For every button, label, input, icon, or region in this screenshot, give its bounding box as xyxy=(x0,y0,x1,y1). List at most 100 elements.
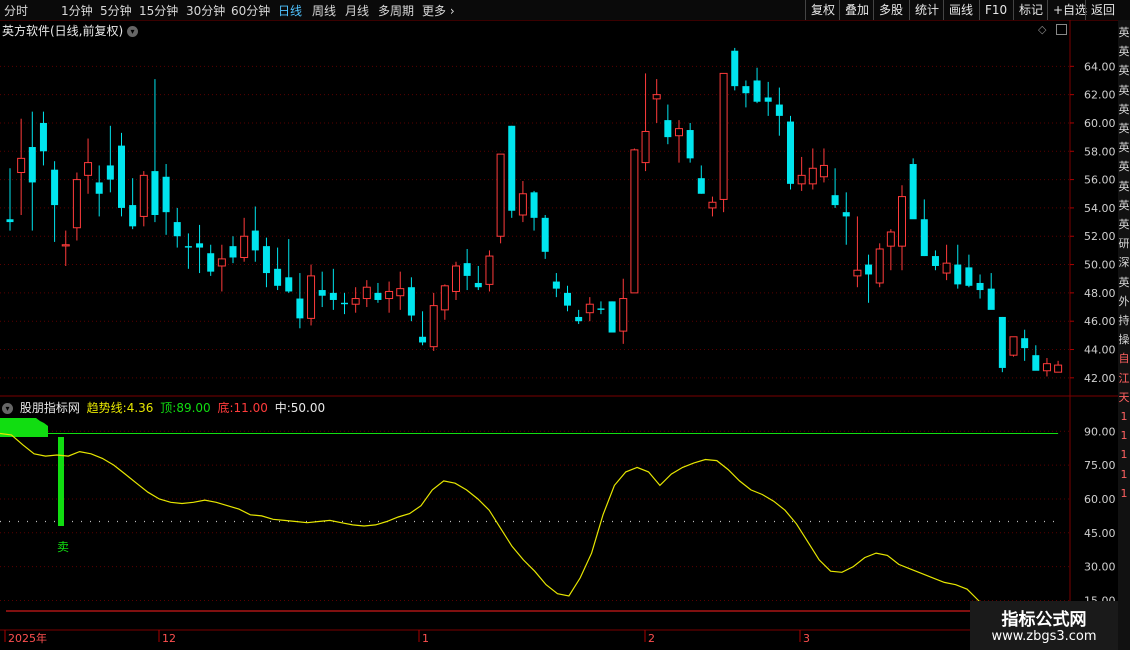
sidebar-chip[interactable]: 英 xyxy=(1118,180,1130,194)
candle-body-up[interactable] xyxy=(485,255,494,285)
candle-body-down[interactable] xyxy=(686,130,694,159)
candle-body-down[interactable] xyxy=(731,50,739,87)
candle-body-down[interactable] xyxy=(575,316,583,322)
sidebar-chip[interactable]: 1 xyxy=(1118,410,1130,424)
candle-body-up[interactable] xyxy=(139,174,148,217)
candle-body-down[interactable] xyxy=(530,192,538,218)
candle-body-up[interactable] xyxy=(72,179,81,229)
candle-body-up[interactable] xyxy=(886,231,895,247)
candle-body-up[interactable] xyxy=(619,298,628,332)
candle-body-up[interactable] xyxy=(429,305,438,348)
candle-body-down[interactable] xyxy=(39,122,47,152)
sidebar-chip[interactable]: 1 xyxy=(1118,487,1130,501)
candle-body-down[interactable] xyxy=(865,264,873,275)
sidebar-chip[interactable]: 英 xyxy=(1118,218,1130,232)
candle-body-down[interactable] xyxy=(184,246,192,248)
candle-body-down[interactable] xyxy=(251,230,259,251)
candle-body-down[interactable] xyxy=(6,219,14,223)
candle-body-down[interactable] xyxy=(173,222,181,237)
candle-body-down[interactable] xyxy=(987,288,995,310)
candle-body-down[interactable] xyxy=(229,246,237,258)
candle-body-down[interactable] xyxy=(118,145,125,208)
window-icon[interactable] xyxy=(1056,24,1067,35)
sidebar-chip[interactable]: 1 xyxy=(1118,468,1130,482)
candle-body-up[interactable] xyxy=(708,201,717,209)
candle-body-down[interactable] xyxy=(552,281,560,289)
candle-body-down[interactable] xyxy=(1021,338,1029,349)
candle-body-down[interactable] xyxy=(920,219,928,257)
candle-body-down[interactable] xyxy=(842,212,850,217)
candle-body-down[interactable] xyxy=(419,336,427,343)
candle-body-down[interactable] xyxy=(753,80,761,102)
candle-body-down[interactable] xyxy=(151,171,159,215)
candle-body-down[interactable] xyxy=(931,256,939,266)
candle-body-down[interactable] xyxy=(95,182,103,194)
candle-body-down[interactable] xyxy=(976,282,984,291)
candle-body-down[interactable] xyxy=(162,176,170,213)
candle-body-down[interactable] xyxy=(474,282,482,288)
candle-body-up[interactable] xyxy=(351,298,360,305)
candle-body-up[interactable] xyxy=(496,153,505,237)
candle-body-down[interactable] xyxy=(207,253,215,272)
sell-signal-bar[interactable] xyxy=(58,437,64,526)
sidebar-chip[interactable]: 1 xyxy=(1118,448,1130,462)
chevron-down-icon[interactable]: ▾ xyxy=(127,26,139,37)
sidebar-chip[interactable]: 英 xyxy=(1118,141,1130,155)
candle-body-down[interactable] xyxy=(374,292,382,300)
candle-body-up[interactable] xyxy=(307,275,316,319)
candle-body-up[interactable] xyxy=(898,196,906,247)
candle-body-down[interactable] xyxy=(909,164,917,220)
candle-body-down[interactable] xyxy=(196,243,204,248)
sidebar-chip[interactable]: 深 xyxy=(1118,256,1130,270)
sidebar-chip[interactable]: 英 xyxy=(1118,199,1130,213)
candle-body-down[interactable] xyxy=(564,292,571,306)
candle-body-down[interactable] xyxy=(508,125,516,211)
candle-body-up[interactable] xyxy=(641,130,650,164)
candle-body-down[interactable] xyxy=(1032,355,1040,371)
indicator-panel[interactable] xyxy=(0,418,1070,622)
sidebar-chip[interactable]: 持 xyxy=(1118,314,1130,328)
candle-body-up[interactable] xyxy=(17,157,26,174)
sidebar-chip[interactable]: 英 xyxy=(1118,103,1130,117)
candle-body-up[interactable] xyxy=(942,262,951,274)
sidebar-chip[interactable]: 自 xyxy=(1118,352,1130,366)
candle-body-down[interactable] xyxy=(28,147,36,183)
candle-body-down[interactable] xyxy=(664,120,672,138)
candle-body-down[interactable] xyxy=(341,302,348,305)
sidebar-chip[interactable]: 英 xyxy=(1118,160,1130,174)
indicator-collapse-icon[interactable]: ▾ xyxy=(2,403,13,414)
candlesticks[interactable] xyxy=(6,47,1063,377)
candle-body-up[interactable] xyxy=(84,162,93,176)
sidebar-chip[interactable]: 英 xyxy=(1118,64,1130,78)
candle-body-up[interactable] xyxy=(652,94,661,100)
candle-body-up[interactable] xyxy=(396,288,405,297)
candle-body-down[interactable] xyxy=(742,86,750,94)
candle-body-up[interactable] xyxy=(1009,336,1018,356)
candle-body-down[interactable] xyxy=(463,263,471,276)
candle-body-down[interactable] xyxy=(831,195,839,206)
candle-body-up[interactable] xyxy=(808,167,817,185)
candle-body-up[interactable] xyxy=(61,244,70,247)
candle-body-up[interactable] xyxy=(440,285,449,311)
candle-body-up[interactable] xyxy=(385,290,394,300)
candle-body-up[interactable] xyxy=(675,128,683,137)
sidebar-chip[interactable]: 英 xyxy=(1118,26,1130,40)
candle-body-down[interactable] xyxy=(787,121,794,184)
candle-body-down[interactable] xyxy=(775,104,783,116)
candle-body-down[interactable] xyxy=(262,246,270,274)
sidebar-chip[interactable]: 英 xyxy=(1118,45,1130,59)
candle-body-up[interactable] xyxy=(630,149,639,294)
candle-body-down[interactable] xyxy=(51,169,59,206)
candle-body-up[interactable] xyxy=(853,269,862,277)
candle-body-up[interactable] xyxy=(819,164,828,178)
candle-body-down[interactable] xyxy=(697,178,705,194)
candle-body-up[interactable] xyxy=(452,265,460,292)
candle-body-down[interactable] xyxy=(608,301,616,333)
diamond-icon[interactable]: ◇ xyxy=(1038,23,1046,36)
candle-body-down[interactable] xyxy=(764,97,772,102)
candle-body-up[interactable] xyxy=(362,286,371,300)
sidebar-chip[interactable]: 外 xyxy=(1118,295,1130,309)
candle-body-down[interactable] xyxy=(329,292,337,300)
candle-body-down[interactable] xyxy=(998,316,1006,368)
candle-body-down[interactable] xyxy=(541,217,549,252)
